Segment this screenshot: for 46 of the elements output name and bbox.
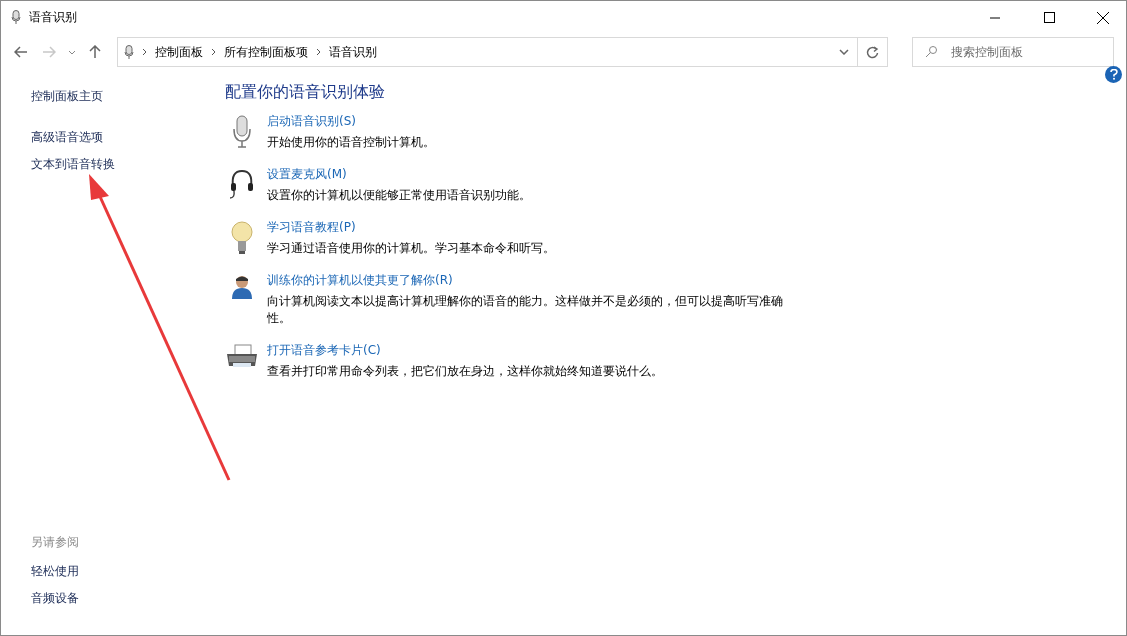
right-arrow-icon xyxy=(42,46,56,58)
task-link[interactable]: 设置麦克风(M) xyxy=(267,166,347,183)
maximize-icon xyxy=(1043,12,1055,23)
refresh-icon xyxy=(866,45,879,59)
search-icon xyxy=(925,46,937,58)
headset-icon xyxy=(229,168,255,200)
task-link[interactable]: 训练你的计算机以使其更了解你(R) xyxy=(267,272,453,289)
task-description: 向计算机阅读文本以提高计算机理解你的语音的能力。这样做并不是必须的，但可以提高听写准确性。 xyxy=(267,293,784,327)
light-bulb-icon xyxy=(231,221,253,255)
chevron-icon xyxy=(316,48,321,56)
see-also-link[interactable]: 轻松使用 xyxy=(31,563,79,580)
see-also-heading: 另请参阅 xyxy=(31,534,79,551)
breadcrumb[interactable]: 语音识别 xyxy=(329,43,377,61)
see-also-link[interactable]: 音频设备 xyxy=(31,590,79,607)
person-icon xyxy=(231,274,253,300)
task-link[interactable]: 学习语音教程(P) xyxy=(267,219,356,236)
chevron-icon xyxy=(211,48,216,56)
breadcrumb[interactable]: 控制面板 xyxy=(155,43,203,61)
question-mark-icon xyxy=(1109,69,1118,80)
window-title: 语音识别 xyxy=(29,9,78,26)
up-arrow-icon xyxy=(89,45,101,59)
task-description: 开始使用你的语音控制计算机。 xyxy=(267,134,436,151)
sidebar-link[interactable]: 高级语音选项 xyxy=(31,129,103,146)
refresh-button[interactable] xyxy=(858,37,888,67)
sidebar-link[interactable]: 文本到语音转换 xyxy=(31,156,115,173)
chevron-icon xyxy=(142,48,147,56)
microphone-icon xyxy=(124,44,134,60)
search-input[interactable]: 搜索控制面板 xyxy=(949,44,1093,60)
task-link[interactable]: 打开语音参考卡片(C) xyxy=(267,342,381,359)
task-description: 学习通过语音使用你的计算机。学习基本命令和听写。 xyxy=(267,240,556,257)
sidebar-link[interactable]: 控制面板主页 xyxy=(31,88,103,105)
chevron-down-icon xyxy=(839,49,849,55)
address-bar[interactable]: 控制面板 所有控制面板项 语音识别 xyxy=(117,37,858,67)
help-button[interactable] xyxy=(1105,66,1122,83)
task-description: 设置你的计算机以便能够正常使用语音识别功能。 xyxy=(267,187,532,204)
page-heading: 配置你的语音识别体验 xyxy=(225,82,385,103)
microphone-icon xyxy=(11,10,21,25)
task-description: 查看并打印常用命令列表，把它们放在身边，这样你就始终知道要说什么。 xyxy=(267,363,664,380)
microphone-icon xyxy=(232,115,252,149)
close-icon xyxy=(1097,11,1109,24)
task-link[interactable]: 启动语音识别(S) xyxy=(267,113,356,130)
search-field[interactable]: 搜索控制面板 xyxy=(912,37,1114,67)
left-arrow-icon xyxy=(14,46,28,58)
caret-icon xyxy=(68,49,76,55)
breadcrumb[interactable]: 所有控制面板项 xyxy=(224,43,308,61)
printer-icon xyxy=(225,344,259,370)
